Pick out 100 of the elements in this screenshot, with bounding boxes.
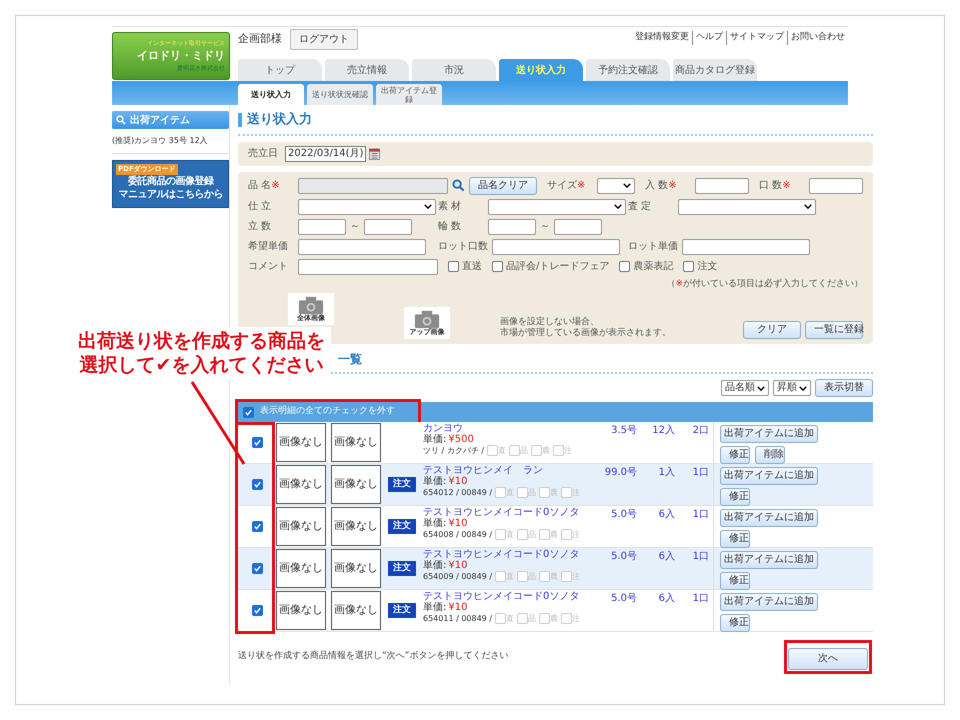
input-field[interactable] (554, 218, 602, 234)
nav-tab[interactable]: 予約注文確認 (586, 59, 670, 81)
flag-label: 注 (572, 487, 580, 498)
input-field[interactable] (682, 238, 810, 254)
range-separator: ～ (350, 220, 360, 234)
select-field[interactable] (678, 198, 816, 214)
button[interactable]: クリア (743, 321, 801, 339)
price: ¥500 (448, 434, 474, 445)
quantity-cell-text: 1入 (658, 466, 675, 480)
button[interactable]: 出荷アイテムに追加 (720, 593, 818, 611)
input-field[interactable] (809, 178, 863, 194)
header-link[interactable]: 登録情報変更 (632, 31, 692, 44)
button[interactable]: 出荷アイテムに追加 (720, 551, 818, 569)
button[interactable]: 出荷アイテムに追加 (720, 467, 818, 485)
chevron-down-icon (424, 204, 432, 209)
select-field[interactable] (597, 178, 635, 194)
select-field[interactable] (488, 198, 626, 214)
no-image-box: 画像なし (276, 507, 326, 546)
flag-label: 品 (528, 529, 536, 540)
logout-button[interactable]: ログアウト (290, 29, 358, 50)
item-name[interactable]: テストヨウヒンメイコード0ソノタ (423, 549, 595, 560)
item-name[interactable]: テストヨウヒンメイコード0ソノタ (423, 507, 595, 518)
nav-tab[interactable]: トップ (238, 59, 322, 81)
chevron-down-icon (614, 204, 622, 209)
date-field[interactable]: 2022/03/14(月) (285, 146, 366, 162)
button[interactable]: 出荷アイテムに追加 (720, 509, 818, 527)
item-code: ツリ / カクバチ / (423, 445, 484, 456)
checkbox[interactable] (448, 261, 459, 272)
button[interactable]: 修正 (720, 530, 750, 548)
input-field[interactable] (298, 218, 346, 234)
price: ¥10 (448, 476, 468, 487)
input-field[interactable] (298, 258, 438, 274)
sub-tab[interactable]: 送り状入力 (238, 84, 304, 105)
required-mark: ※ (577, 179, 586, 193)
header-link[interactable]: ヘルプ (692, 31, 726, 44)
button[interactable]: 次へ (788, 648, 868, 670)
header-link[interactable]: サイトマップ (726, 31, 787, 44)
logo-name: イロドリ・ミドリ (137, 48, 225, 64)
size-cell-text: 99.0号 (604, 466, 637, 480)
select-field[interactable] (298, 198, 436, 214)
image-note: 市場が管理している画像が表示されます。 (500, 328, 671, 339)
checkbox[interactable] (683, 261, 694, 272)
checkbox[interactable] (492, 261, 503, 272)
order-badge: 注文 (388, 560, 416, 576)
item-code: 654012 / 00849 / (423, 487, 492, 498)
item-name[interactable]: テストヨウヒンメイ ラン (423, 465, 595, 476)
size-cell-text: 5.0号 (610, 550, 637, 564)
input-field[interactable] (488, 218, 536, 234)
checkbox-label: 農薬表記 (633, 260, 674, 274)
range-separator: ～ (540, 220, 550, 234)
size-cell-text: 5.0号 (610, 592, 637, 606)
input-field[interactable] (492, 238, 620, 254)
checkbox[interactable] (619, 261, 630, 272)
page-heading: 送り状入力 (247, 110, 312, 129)
button[interactable]: 削除 (755, 446, 785, 464)
units-cell-text: 1口 (692, 550, 710, 564)
button[interactable]: 出荷アイテムに追加 (720, 425, 818, 443)
nav-tab[interactable]: 売立情報 (325, 59, 409, 81)
sidebar-item[interactable]: (推奨)カンヨウ 35号 12入 (112, 129, 229, 154)
item-name[interactable]: カンヨウ (423, 423, 595, 434)
checkbox[interactable] (252, 605, 262, 616)
flag-label: 農 (550, 571, 558, 582)
price: ¥10 (448, 602, 468, 613)
nav-tab[interactable]: 商品カタログ登録 (673, 59, 757, 81)
sub-tab[interactable]: 出荷アイテム登録 (376, 84, 442, 105)
button[interactable]: 表示切替 (815, 379, 873, 397)
button[interactable]: 修正 (720, 572, 750, 590)
no-image-box: 画像なし (331, 549, 381, 588)
checkbox[interactable] (243, 406, 254, 418)
button[interactable]: 修正 (720, 614, 750, 632)
select-field[interactable]: 品名順 (721, 380, 769, 396)
flag-label: 直 (506, 613, 514, 624)
search-icon[interactable] (452, 179, 465, 192)
checkbox[interactable] (252, 437, 262, 448)
input-field[interactable] (695, 178, 749, 194)
item-code: 654009 / 00849 / (423, 571, 492, 582)
input-field[interactable] (364, 218, 412, 234)
item-name[interactable]: テストヨウヒンメイコード0ソノタ (423, 591, 595, 602)
field-label: 輪 数 (438, 220, 462, 234)
input-field[interactable] (298, 238, 426, 254)
checkbox[interactable] (252, 479, 262, 490)
button[interactable]: 一覧に登録 (805, 321, 863, 339)
no-image-box: 画像なし (276, 423, 326, 462)
button[interactable]: 修正 (720, 446, 750, 464)
checkbox[interactable] (252, 563, 262, 574)
button[interactable]: 修正 (720, 488, 750, 506)
item-code: 654011 / 00849 / (423, 613, 492, 624)
calendar-icon[interactable] (369, 147, 380, 160)
camera-icon (298, 296, 324, 315)
footer-instruction: 送り状を作成する商品情報を選択し“次へ”ボタンを押してください (238, 650, 508, 664)
select-field[interactable]: 昇順 (773, 380, 811, 396)
header-link[interactable]: お問い合わせ (787, 31, 848, 44)
nav-tab[interactable]: 市況 (412, 59, 496, 81)
sub-tab[interactable]: 送り状状況確認 (307, 84, 373, 105)
chevron-down-icon (804, 204, 812, 209)
flag-label: 直 (506, 529, 514, 540)
checkbox[interactable] (252, 521, 262, 532)
no-image-box: 画像なし (276, 591, 326, 630)
flag-label: 品 (528, 571, 536, 582)
order-badge: 注文 (388, 602, 416, 618)
